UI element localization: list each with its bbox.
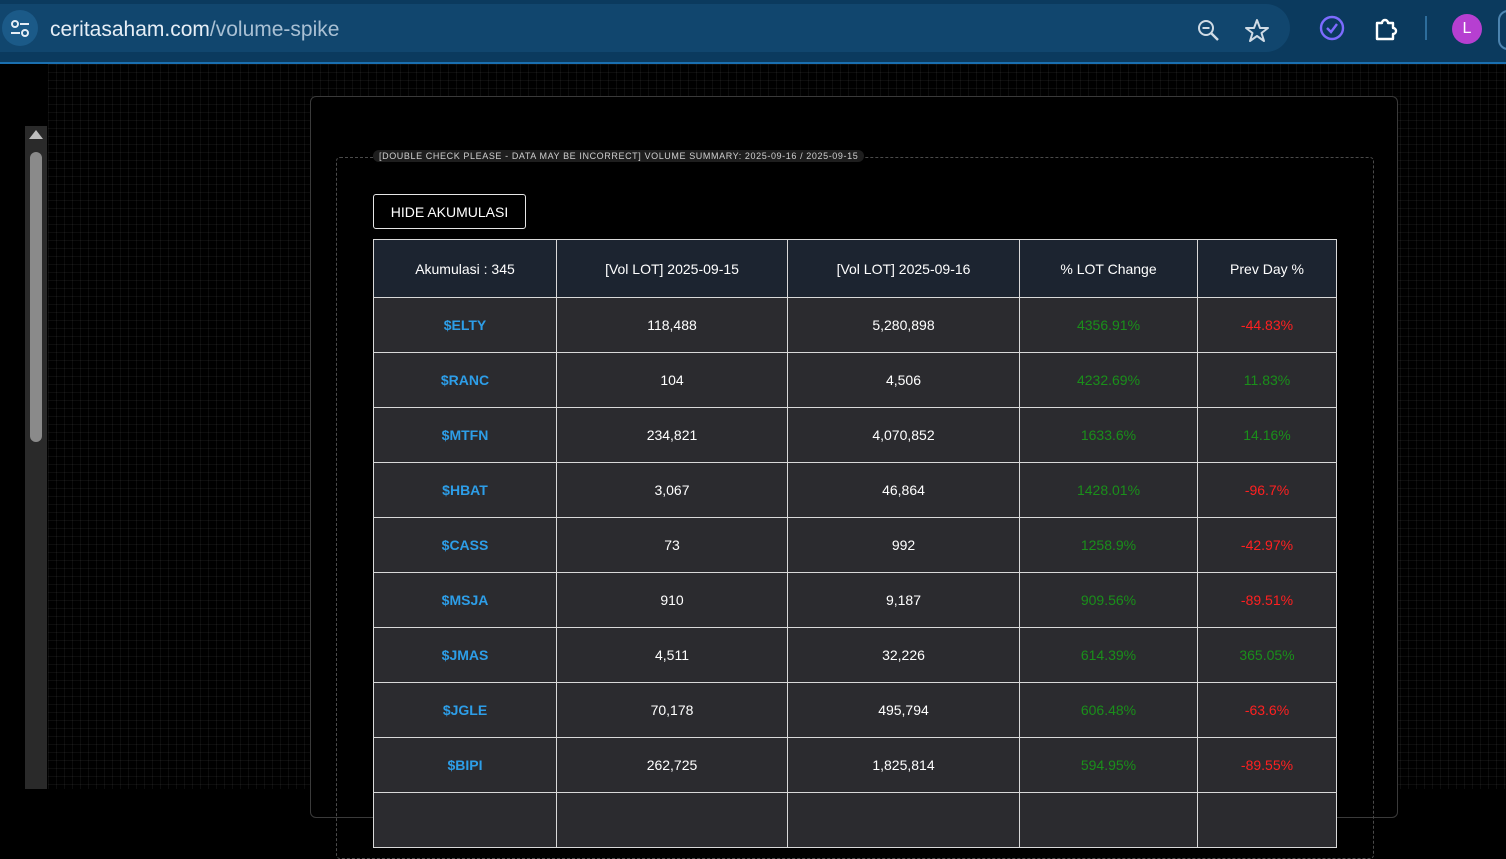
prev-day-cell: -89.55% <box>1197 737 1337 793</box>
prev-day-cell: -63.6% <box>1197 682 1337 738</box>
vol-curr-cell: 1,825,814 <box>787 737 1020 793</box>
zoom-icon[interactable] <box>1196 18 1222 44</box>
toolbar-divider <box>1425 16 1427 40</box>
scrollbar[interactable] <box>25 126 47 789</box>
prev-day-cell: -96.7% <box>1197 462 1337 518</box>
header-prev-day[interactable]: Prev Day % <box>1197 239 1337 298</box>
prev-day-cell: 14.16% <box>1197 407 1337 463</box>
profile-avatar[interactable]: L <box>1452 14 1482 44</box>
table-row: $JGLE 70,178 495,794 606.48% -63.6% <box>373 682 1337 738</box>
vol-curr-cell: 4,070,852 <box>787 407 1020 463</box>
table-row: $RANC 104 4,506 4232.69% 11.83% <box>373 352 1337 408</box>
table-row: $MSJA 910 9,187 909.56% -89.51% <box>373 572 1337 628</box>
browser-toolbar: ceritasaham.com/volume-spike L <box>0 0 1506 64</box>
ticker-link[interactable]: $BIPI <box>373 737 557 793</box>
vol-curr-cell: 992 <box>787 517 1020 573</box>
table-row: $JMAS 4,511 32,226 614.39% 365.05% <box>373 627 1337 683</box>
ticker-link[interactable]: $JMAS <box>373 627 557 683</box>
ticker-link[interactable]: $HBAT <box>373 462 557 518</box>
vol-prev-cell: 234,821 <box>556 407 788 463</box>
url-text[interactable]: ceritasaham.com/volume-spike <box>50 18 339 42</box>
prev-day-cell: -42.97% <box>1197 517 1337 573</box>
prev-day-cell <box>1197 792 1337 848</box>
lot-change-cell: 1633.6% <box>1019 407 1198 463</box>
menu-edge-icon[interactable] <box>1498 10 1506 50</box>
address-bar[interactable]: ceritasaham.com/volume-spike <box>0 4 1290 52</box>
table-row <box>373 792 1337 848</box>
hide-akumulasi-button[interactable]: HIDE AKUMULASI <box>373 194 526 229</box>
header-vol-prev[interactable]: [Vol LOT] 2025-09-15 <box>556 239 788 298</box>
extension-clock-icon[interactable] <box>1318 14 1346 42</box>
table-header-row: Akumulasi : 345 [Vol LOT] 2025-09-15 [Vo… <box>373 239 1337 298</box>
lot-change-cell: 1258.9% <box>1019 517 1198 573</box>
vol-curr-cell: 46,864 <box>787 462 1020 518</box>
table-row: $HBAT 3,067 46,864 1428.01% -96.7% <box>373 462 1337 518</box>
ticker-link[interactable]: $ELTY <box>373 297 557 353</box>
vol-prev-cell: 70,178 <box>556 682 788 738</box>
prev-day-cell: 11.83% <box>1197 352 1337 408</box>
prev-day-cell: -44.83% <box>1197 297 1337 353</box>
site-info-icon[interactable] <box>2 10 38 46</box>
ticker-link[interactable]: $MSJA <box>373 572 557 628</box>
vol-prev-cell: 3,067 <box>556 462 788 518</box>
extensions-puzzle-icon[interactable] <box>1372 14 1400 42</box>
lot-change-cell: 4232.69% <box>1019 352 1198 408</box>
page-content: [DOUBLE CHECK PLEASE - DATA MAY BE INCOR… <box>0 64 1506 859</box>
vol-prev-cell: 118,488 <box>556 297 788 353</box>
table-row: $BIPI 262,725 1,825,814 594.95% -89.55% <box>373 737 1337 793</box>
ticker-link[interactable]: $MTFN <box>373 407 557 463</box>
bookmark-star-icon[interactable] <box>1244 18 1270 44</box>
header-akumulasi[interactable]: Akumulasi : 345 <box>373 239 557 298</box>
scroll-thumb[interactable] <box>30 152 42 442</box>
scroll-up-arrow-icon[interactable] <box>29 130 43 139</box>
lot-change-cell: 614.39% <box>1019 627 1198 683</box>
volume-summary-legend: [DOUBLE CHECK PLEASE - DATA MAY BE INCOR… <box>373 150 865 162</box>
vol-curr-cell: 495,794 <box>787 682 1020 738</box>
ticker-link[interactable] <box>373 792 557 848</box>
vol-curr-cell <box>787 792 1020 848</box>
ticker-link[interactable]: $JGLE <box>373 682 557 738</box>
vol-prev-cell <box>556 792 788 848</box>
prev-day-cell: 365.05% <box>1197 627 1337 683</box>
header-vol-curr[interactable]: [Vol LOT] 2025-09-16 <box>787 239 1020 298</box>
ticker-link[interactable]: $CASS <box>373 517 557 573</box>
table-row: $CASS 73 992 1258.9% -42.97% <box>373 517 1337 573</box>
volume-table: Akumulasi : 345 [Vol LOT] 2025-09-15 [Vo… <box>373 239 1337 848</box>
lot-change-cell: 909.56% <box>1019 572 1198 628</box>
vol-curr-cell: 4,506 <box>787 352 1020 408</box>
lot-change-cell: 594.95% <box>1019 737 1198 793</box>
url-host: ceritasaham.com <box>50 18 210 41</box>
lot-change-cell: 4356.91% <box>1019 297 1198 353</box>
volume-summary-fieldset: [DOUBLE CHECK PLEASE - DATA MAY BE INCOR… <box>336 150 1374 859</box>
vol-curr-cell: 5,280,898 <box>787 297 1020 353</box>
ticker-link[interactable]: $RANC <box>373 352 557 408</box>
url-path: /volume-spike <box>209 18 340 41</box>
vol-prev-cell: 73 <box>556 517 788 573</box>
vol-prev-cell: 4,511 <box>556 627 788 683</box>
prev-day-cell: -89.51% <box>1197 572 1337 628</box>
header-lot-change[interactable]: % LOT Change <box>1019 239 1198 298</box>
vol-curr-cell: 9,187 <box>787 572 1020 628</box>
table-row: $MTFN 234,821 4,070,852 1633.6% 14.16% <box>373 407 1337 463</box>
vol-prev-cell: 262,725 <box>556 737 788 793</box>
table-row: $ELTY 118,488 5,280,898 4356.91% -44.83% <box>373 297 1337 353</box>
volume-spike-card: [DOUBLE CHECK PLEASE - DATA MAY BE INCOR… <box>310 96 1398 859</box>
lot-change-cell: 606.48% <box>1019 682 1198 738</box>
vol-prev-cell: 910 <box>556 572 788 628</box>
vol-curr-cell: 32,226 <box>787 627 1020 683</box>
vol-prev-cell: 104 <box>556 352 788 408</box>
lot-change-cell: 1428.01% <box>1019 462 1198 518</box>
lot-change-cell <box>1019 792 1198 848</box>
